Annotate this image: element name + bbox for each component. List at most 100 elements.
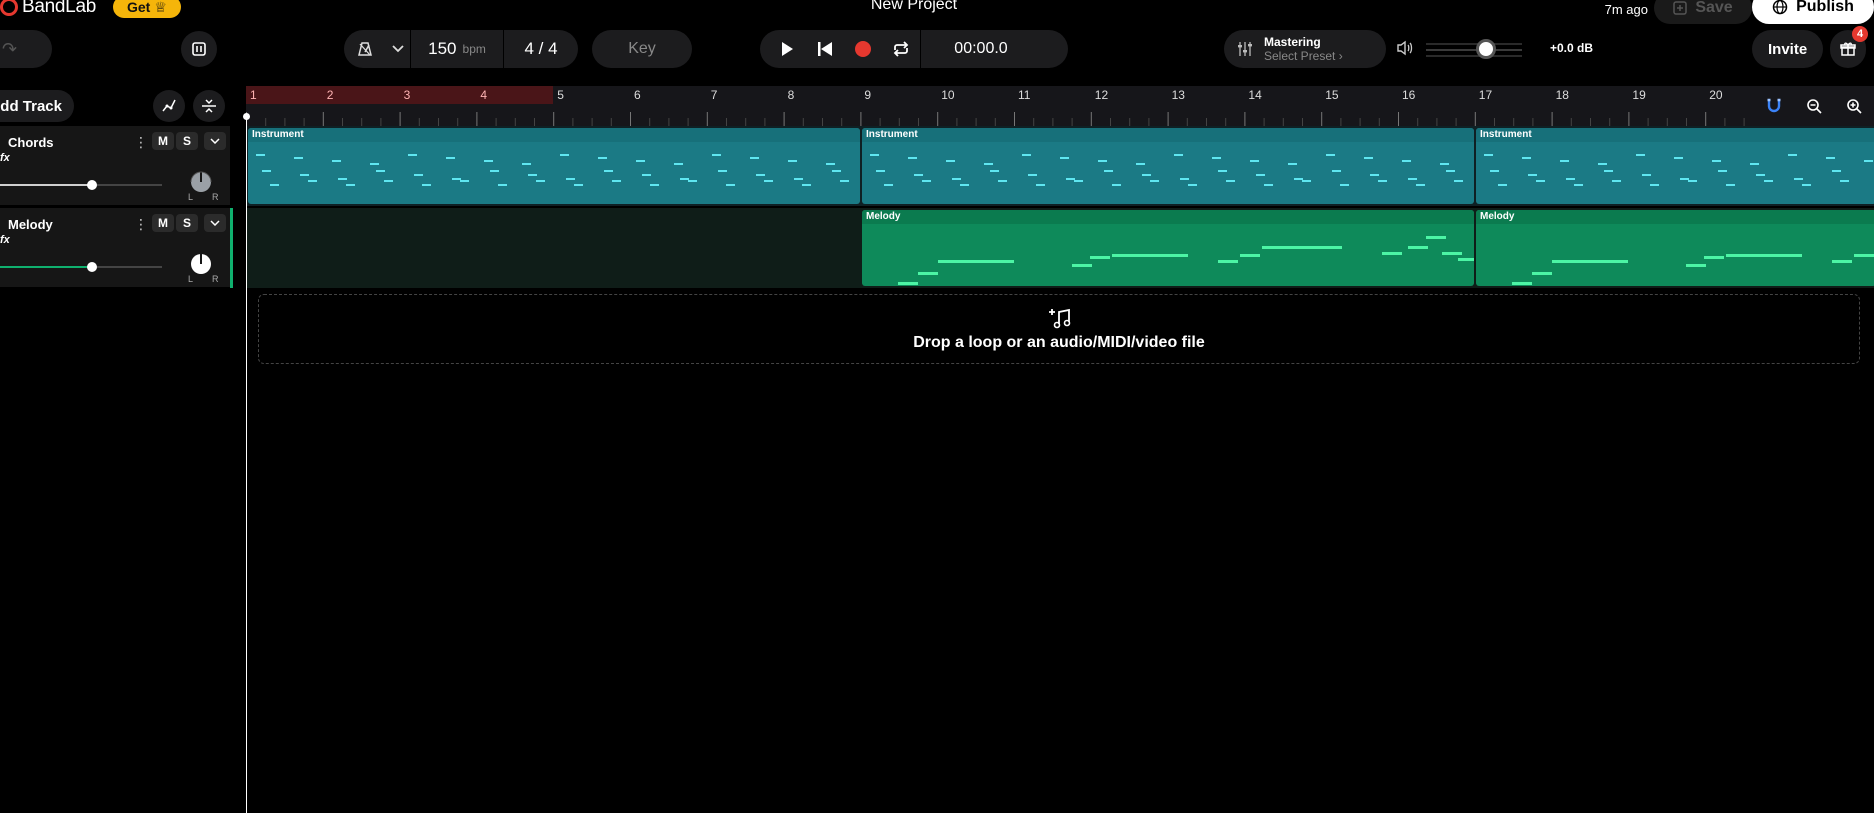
midi-note: [826, 163, 835, 165]
play-button[interactable]: [768, 30, 806, 68]
midi-clip[interactable]: Instrument: [1476, 128, 1874, 204]
track-name[interactable]: Chords: [8, 135, 54, 150]
save-icon: [1673, 1, 1688, 15]
save-label: Save: [1695, 0, 1733, 16]
bar-number: 2: [326, 88, 334, 102]
midi-note: [446, 157, 455, 159]
redo-icon[interactable]: ↷: [2, 39, 17, 60]
midi-note: [346, 184, 355, 186]
chevron-down-icon: [210, 138, 220, 144]
volume-fader-knob[interactable]: [87, 180, 98, 190]
record-button[interactable]: [844, 30, 882, 68]
more-options-icon[interactable]: ⋮: [134, 216, 148, 233]
track-expand-button[interactable]: [204, 132, 226, 150]
midi-note: [604, 170, 613, 172]
add-track-button[interactable]: Add Track: [0, 90, 74, 122]
speaker-icon[interactable]: [1396, 40, 1414, 56]
magnet-snap-icon[interactable]: [1766, 98, 1782, 114]
midi-note: [1674, 157, 1683, 159]
get-membership-button[interactable]: Get ♕: [113, 0, 181, 18]
midi-note: [1426, 236, 1446, 239]
midi-note: [794, 178, 803, 180]
midi-note: [1060, 157, 1069, 159]
save-button[interactable]: Save: [1654, 0, 1752, 24]
zoom-out-icon[interactable]: [1806, 98, 1822, 114]
midi-note: [1788, 154, 1797, 156]
midi-note: [1226, 180, 1235, 182]
midi-note: [408, 154, 417, 156]
track-name[interactable]: Melody: [8, 217, 53, 232]
mastering-preset: Select Preset ›: [1264, 49, 1343, 63]
loop-button[interactable]: [882, 30, 920, 68]
pan-knob[interactable]: L R: [186, 252, 219, 284]
zoom-in-icon[interactable]: [1846, 98, 1862, 114]
midi-note: [898, 282, 918, 285]
invite-button[interactable]: Invite: [1752, 30, 1824, 68]
fx-button[interactable]: fx: [0, 152, 10, 164]
track-header-chords[interactable]: Chords fx ⋮ M S L R: [0, 126, 230, 206]
midi-note: [422, 184, 431, 186]
mute-button[interactable]: M: [152, 214, 174, 232]
bar-number: 3: [403, 88, 411, 102]
track-lane-chords[interactable]: Instrument Instrument Instrument: [246, 126, 1874, 206]
project-title[interactable]: New Project: [814, 0, 1014, 14]
fx-button[interactable]: fx: [0, 234, 10, 246]
timeline-ruler[interactable]: 1 2 3 4 5 6 7 8 9 10 11 12 13 14 15 16 17 18 19 20: [246, 86, 1874, 126]
midi-note: [1704, 256, 1724, 259]
bar-number: 16: [1402, 88, 1416, 102]
metronome-options-button[interactable]: [386, 30, 410, 68]
midi-clip[interactable]: Instrument: [248, 128, 860, 204]
master-volume-slider[interactable]: [1426, 39, 1522, 59]
loop-region[interactable]: [246, 86, 554, 104]
ruler-ticks: [246, 112, 1841, 126]
pan-left-label: L: [188, 274, 194, 284]
midi-note: [460, 180, 469, 182]
track-expand-button[interactable]: [204, 214, 226, 232]
toggle-panel-button[interactable]: [181, 31, 217, 67]
brand[interactable]: BandLab: [0, 0, 96, 18]
track-lane-melody[interactable]: Melody Melody: [246, 208, 1874, 288]
pan-knob[interactable]: L R: [186, 170, 219, 202]
midi-note: [256, 154, 265, 156]
gift-button[interactable]: 4: [1830, 26, 1868, 68]
midi-clip[interactable]: Melody: [1476, 210, 1874, 286]
mastering-button[interactable]: Mastering Select Preset ›: [1224, 30, 1386, 68]
pan-dial-icon: [191, 254, 211, 274]
midi-note: [300, 174, 309, 176]
midi-clip[interactable]: Melody: [862, 210, 1474, 286]
midi-note: [1240, 254, 1260, 257]
metronome-button[interactable]: [344, 30, 386, 68]
publish-button[interactable]: Publish: [1752, 0, 1874, 24]
arrangement-view[interactable]: 1 2 3 4 5 6 7 8 9 10 11 12 13 14 15 16 17 18 19 20 Instrume…: [243, 86, 1874, 813]
bpm-field[interactable]: 150 bpm: [411, 30, 503, 68]
more-options-icon[interactable]: ⋮: [134, 134, 148, 151]
master-volume-knob[interactable]: [1475, 39, 1496, 59]
time-signature-field[interactable]: 4 / 4: [504, 30, 578, 68]
drop-zone[interactable]: Drop a loop or an audio/MIDI/video file: [258, 294, 1860, 364]
midi-note: [750, 157, 759, 159]
solo-button[interactable]: S: [176, 214, 198, 232]
key-button[interactable]: Key: [592, 30, 692, 68]
midi-note: [1150, 180, 1159, 182]
mute-button[interactable]: M: [152, 132, 174, 150]
midi-note: [1458, 258, 1474, 261]
midi-note: [1612, 180, 1621, 182]
automation-button[interactable]: [153, 90, 185, 122]
bar-number: 10: [941, 88, 955, 102]
midi-clip[interactable]: Instrument: [862, 128, 1474, 204]
midi-note: [1764, 180, 1773, 182]
fit-tracks-button[interactable]: [193, 90, 225, 122]
volume-fader-knob[interactable]: [87, 262, 98, 272]
midi-note: [1794, 178, 1803, 180]
mastering-preset-label: Select Preset: [1264, 49, 1336, 63]
back-to-start-button[interactable]: [806, 30, 844, 68]
bar-number: 15: [1325, 88, 1339, 102]
midi-note: [674, 163, 683, 165]
midi-note: [990, 170, 999, 172]
midi-note: [1440, 163, 1449, 165]
track-header-melody[interactable]: Melody fx ⋮ M S L R: [0, 208, 230, 288]
solo-button[interactable]: S: [176, 132, 198, 150]
midi-note: [870, 154, 879, 156]
playhead-handle[interactable]: [243, 113, 250, 120]
playhead[interactable]: [246, 116, 247, 813]
